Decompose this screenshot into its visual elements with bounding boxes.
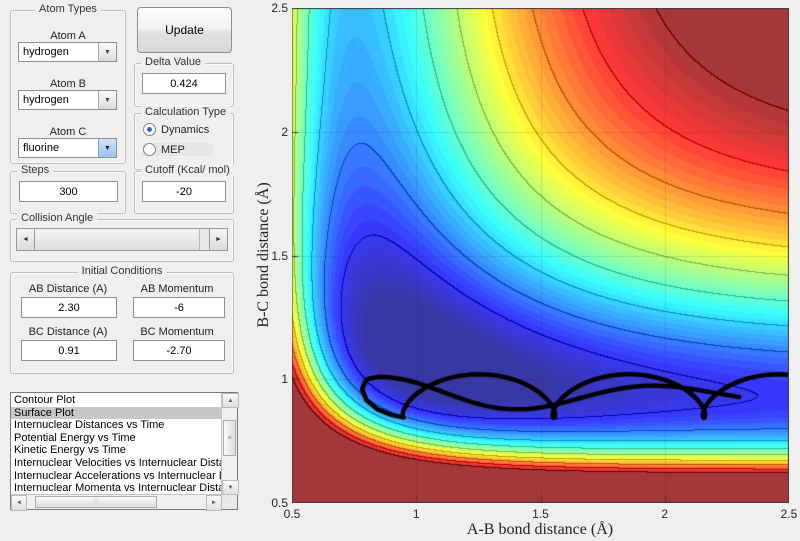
list-item[interactable]: Internuclear Velocities vs Internuclear … bbox=[11, 457, 222, 470]
calculation-type-panel: Calculation Type Dynamics MEP bbox=[134, 106, 234, 170]
atom-c-label: Atom C bbox=[49, 126, 87, 138]
bc-distance-label: BC Distance (A) bbox=[28, 326, 108, 338]
cutoff-title: Cutoff (Kcal/ mol) bbox=[141, 164, 234, 176]
radio-off-icon[interactable] bbox=[143, 143, 156, 156]
ab-momentum-field[interactable]: -6 bbox=[133, 297, 225, 318]
ab-distance-field[interactable]: 2.30 bbox=[21, 297, 117, 318]
scroll-right-icon[interactable]: ► bbox=[206, 495, 222, 511]
scrollbar-corner bbox=[222, 495, 237, 509]
scroll-down-icon[interactable]: ▼ bbox=[222, 480, 239, 495]
slider-thumb[interactable] bbox=[35, 229, 200, 250]
atom-a-combo-value: hydrogen bbox=[23, 46, 69, 58]
contour-plot-canvas bbox=[292, 8, 789, 503]
initial-conditions-title: Initial Conditions bbox=[77, 265, 167, 277]
x-tick-label: 1 bbox=[412, 507, 420, 521]
y-tick-label: 1 bbox=[281, 372, 288, 387]
horizontal-scrollbar[interactable]: ◄ ⫶⫶⫶ ► bbox=[11, 494, 222, 511]
delta-value-panel: Delta Value 0.424 bbox=[134, 56, 234, 107]
chevron-down-icon[interactable]: ▼ bbox=[98, 139, 116, 157]
steps-field[interactable]: 300 bbox=[19, 181, 118, 202]
slider-right-arrow-icon[interactable]: ► bbox=[209, 229, 227, 250]
radio-mep-label: MEP bbox=[161, 143, 185, 156]
vertical-scrollbar[interactable]: ▲ ≡ ▼ bbox=[221, 393, 239, 495]
bc-momentum-label: BC Momentum bbox=[140, 326, 214, 338]
x-axis-label: A-B bond distance (Å) bbox=[466, 521, 614, 538]
steps-panel: Steps 300 bbox=[10, 164, 126, 214]
radio-dynamics[interactable]: Dynamics bbox=[143, 123, 209, 136]
radio-dynamics-label: Dynamics bbox=[161, 123, 210, 136]
list-item[interactable]: Kinetic Energy vs Time bbox=[11, 444, 222, 457]
atom-c-combo-value: fluorine bbox=[23, 142, 60, 154]
radio-mep[interactable]: MEP bbox=[143, 143, 213, 156]
atom-a-label: Atom A bbox=[50, 30, 86, 42]
list-item[interactable]: Internuclear Accelerations vs Internucle… bbox=[11, 470, 222, 483]
list-item[interactable]: Potential Energy vs Time bbox=[11, 432, 222, 445]
slider-left-arrow-icon[interactable]: ◄ bbox=[17, 229, 35, 250]
x-tick-label: 2 bbox=[661, 507, 669, 521]
y-tick-label: 2 bbox=[281, 124, 288, 139]
x-tick-label: 2.5 bbox=[780, 507, 798, 521]
update-button[interactable]: Update bbox=[137, 7, 232, 53]
atom-types-title: Atom Types bbox=[35, 3, 101, 15]
list-item[interactable]: Contour Plot bbox=[11, 394, 222, 407]
horizontal-scroll-thumb[interactable]: ⫶⫶⫶ bbox=[35, 496, 157, 508]
initial-conditions-panel: Initial Conditions AB Distance (A) AB Mo… bbox=[10, 265, 234, 374]
atom-b-combo-value: hydrogen bbox=[23, 94, 69, 106]
atom-c-combo[interactable]: fluorine ▼ bbox=[18, 138, 117, 158]
cutoff-panel: Cutoff (Kcal/ mol) -20 bbox=[134, 164, 234, 214]
atom-types-panel: Atom Types Atom A hydrogen ▼ Atom B hydr… bbox=[10, 3, 126, 164]
list-item[interactable]: Internuclear Momenta vs Internuclear Dis… bbox=[11, 482, 222, 495]
x-tick-label: 1.5 bbox=[532, 507, 549, 521]
scroll-up-icon[interactable]: ▲ bbox=[222, 393, 239, 408]
atom-a-combo[interactable]: hydrogen ▼ bbox=[18, 42, 117, 62]
list-item[interactable]: Internuclear Distances vs Time bbox=[11, 419, 222, 432]
calculation-type-title: Calculation Type bbox=[141, 106, 231, 118]
collision-angle-title: Collision Angle bbox=[17, 212, 98, 224]
collision-angle-slider[interactable]: ◄ ► bbox=[16, 228, 228, 251]
list-item[interactable]: Surface Plot bbox=[11, 406, 222, 420]
cutoff-field[interactable]: -20 bbox=[142, 181, 226, 202]
radio-on-icon[interactable] bbox=[143, 123, 156, 136]
y-tick-label: 0.5 bbox=[271, 496, 288, 510]
atom-b-combo[interactable]: hydrogen ▼ bbox=[18, 90, 117, 110]
atom-b-label: Atom B bbox=[49, 78, 87, 90]
chevron-down-icon[interactable]: ▼ bbox=[98, 43, 116, 61]
ab-distance-label: AB Distance (A) bbox=[28, 283, 108, 295]
collision-angle-panel: Collision Angle ◄ ► bbox=[10, 212, 234, 262]
bc-momentum-field[interactable]: -2.70 bbox=[133, 340, 225, 361]
y-axis-label: B-C bond distance (Å) bbox=[255, 182, 272, 328]
plot-type-listbox[interactable]: Contour Plot Surface Plot Internuclear Dis… bbox=[10, 392, 239, 511]
chevron-down-icon[interactable]: ▼ bbox=[98, 91, 116, 109]
plot-area bbox=[292, 8, 789, 503]
plot-type-list-items: Contour Plot Surface Plot Internuclear Dis… bbox=[11, 394, 222, 495]
y-tick-label: 2.5 bbox=[271, 1, 288, 15]
delta-value-field[interactable]: 0.424 bbox=[142, 73, 226, 94]
bc-distance-field[interactable]: 0.91 bbox=[21, 340, 117, 361]
steps-title: Steps bbox=[17, 164, 54, 176]
scroll-left-icon[interactable]: ◄ bbox=[11, 495, 27, 511]
ab-momentum-label: AB Momentum bbox=[140, 283, 214, 295]
vertical-scroll-thumb[interactable]: ≡ bbox=[223, 420, 236, 456]
delta-value-title: Delta Value bbox=[141, 56, 206, 68]
